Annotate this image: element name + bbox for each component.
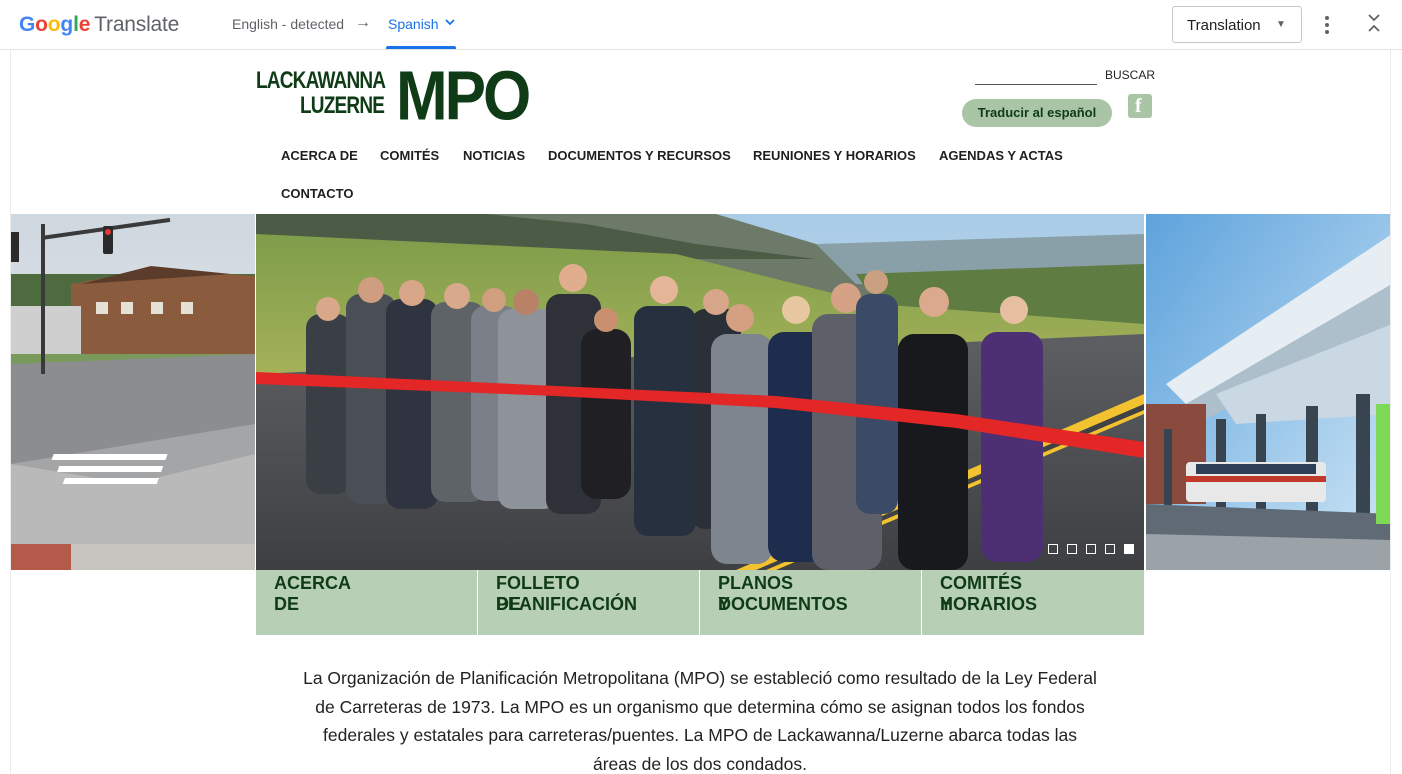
slide-photo-bus-terminal xyxy=(1146,214,1390,570)
slide-photo-ribbon-cutting xyxy=(256,214,1144,570)
source-language[interactable]: English - detected xyxy=(232,16,344,32)
logo-line-luzerne: LUZERNE xyxy=(300,93,385,120)
chevron-down-icon[interactable] xyxy=(444,16,456,28)
intro-line: La Organización de Planificación Metropo… xyxy=(303,668,1097,688)
dropdown-caret-icon: ▼ xyxy=(1276,19,1286,30)
target-language-tab[interactable]: Spanish xyxy=(388,16,439,32)
google-wordmark: Google xyxy=(19,13,91,36)
nav-item-reuniones[interactable]: REUNIONES Y HORARIOS xyxy=(753,148,916,163)
nav-item-acerca-de[interactable]: ACERCA DE xyxy=(281,148,358,163)
quick-link-folleto[interactable]: FOLLETO DE PLANIFICACIÓN xyxy=(478,570,700,635)
translation-mode-label: Translation xyxy=(1187,17,1261,34)
hero-slider[interactable] xyxy=(11,214,1390,570)
slider-dot-2[interactable] xyxy=(1067,544,1077,554)
slide-photo-intersection xyxy=(11,214,255,570)
intro-paragraph: La Organización de Planificación Metropo… xyxy=(256,664,1144,774)
slider-dot-3[interactable] xyxy=(1086,544,1096,554)
mpo-logo[interactable]: LACKAWANNA LUZERNE MPO xyxy=(256,58,531,135)
nav-item-contacto[interactable]: CONTACTO xyxy=(281,186,353,201)
facebook-glyph: f xyxy=(1135,95,1142,117)
intro-line: de Carreteras de 1973. La MPO es un orga… xyxy=(315,696,1085,717)
active-tab-indicator xyxy=(386,46,456,49)
google-translate-logo[interactable]: Google Translate xyxy=(19,13,179,37)
collapse-icon[interactable] xyxy=(1366,12,1382,38)
slider-dot-1[interactable] xyxy=(1048,544,1058,554)
quick-link-comites[interactable]: COMITÉS Y HORARIOS xyxy=(922,570,1144,635)
quick-links: ACERCA DE FOLLETO DE PLANIFICACIÓN PLANOS… xyxy=(256,570,1144,635)
translate-bar: Google Translate English - detected → Spa… xyxy=(0,0,1402,50)
more-vert-icon[interactable] xyxy=(1318,12,1336,38)
quick-link-acerca-de[interactable]: ACERCA DE xyxy=(256,570,478,635)
translation-mode-select[interactable]: Translation ▼ xyxy=(1172,6,1302,43)
translate-to-spanish-button[interactable]: Traducir al español xyxy=(962,99,1112,127)
facebook-icon[interactable]: f xyxy=(1128,94,1152,118)
nav-item-documentos[interactable]: DOCUMENTOS Y RECURSOS xyxy=(548,148,731,163)
intro-line: federales y estatales para carreteras/pu… xyxy=(323,725,1077,745)
web-page: LACKAWANNA LUZERNE MPO BUSCAR Traducir a… xyxy=(10,50,1391,774)
nav-item-comites[interactable]: COMITÉS xyxy=(380,148,439,163)
quick-link-planos[interactable]: PLANOS Y DOCUMENTOS xyxy=(700,570,922,635)
logo-mpo: MPO xyxy=(396,58,531,136)
nav-item-agendas[interactable]: AGENDAS Y ACTAS xyxy=(939,148,1063,163)
search-input[interactable] xyxy=(975,84,1097,85)
intro-line: áreas de los dos condados. xyxy=(592,753,808,774)
logo-line-lackawanna: LACKAWANNA xyxy=(256,68,386,95)
translate-wordmark: Translate xyxy=(94,13,180,36)
search-button[interactable]: BUSCAR xyxy=(1105,68,1155,82)
nav-item-noticias[interactable]: NOTICIAS xyxy=(463,148,525,163)
language-arrow-icon: → xyxy=(355,14,371,31)
slider-dot-4[interactable] xyxy=(1105,544,1115,554)
slider-dot-5-active[interactable] xyxy=(1124,544,1134,554)
